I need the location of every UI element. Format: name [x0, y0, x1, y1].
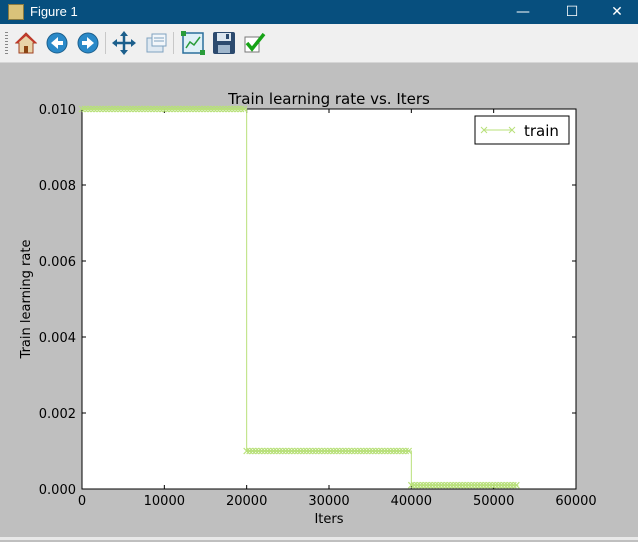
- navigation-toolbar: [0, 24, 638, 63]
- toolbar-separator: [105, 32, 106, 54]
- subplots-button[interactable]: [181, 31, 205, 55]
- toolbar-separator: [173, 32, 174, 54]
- x-tick-label: 60000: [555, 494, 596, 509]
- close-button[interactable]: ✕: [594, 0, 638, 24]
- axes-background: [81, 108, 577, 490]
- window-title: Figure 1: [30, 4, 78, 19]
- figure-canvas[interactable]: Train learning rate vs. Iters Iters Trai…: [0, 63, 638, 538]
- legend: train: [474, 115, 570, 145]
- y-tick-label: 0.002: [39, 407, 76, 422]
- save-icon: [213, 32, 235, 54]
- forward-icon: [77, 32, 99, 54]
- x-tick-label: 30000: [308, 494, 349, 509]
- toolbar-grip[interactable]: [5, 32, 8, 54]
- home-button[interactable]: [14, 31, 38, 55]
- subplots-icon: [181, 31, 205, 55]
- forward-button[interactable]: [76, 31, 100, 55]
- zoom-button[interactable]: [144, 31, 168, 55]
- y-tick-label: 0.006: [39, 255, 76, 270]
- zoom-icon: [146, 33, 167, 53]
- y-tick-label: 0.008: [39, 179, 76, 194]
- home-icon: [14, 32, 38, 54]
- check-button[interactable]: [243, 31, 267, 55]
- x-tick-label: 50000: [473, 494, 514, 509]
- pan-icon: [112, 31, 136, 55]
- x-axis-label: Iters: [314, 512, 343, 527]
- check-icon: [244, 32, 266, 53]
- back-icon: [46, 32, 68, 54]
- y-tick-label: 0.010: [39, 103, 76, 118]
- save-button[interactable]: [212, 31, 236, 55]
- maximize-button[interactable]: ☐: [549, 0, 595, 24]
- y-axis-label: Train learning rate: [19, 240, 34, 360]
- x-tick-label: 0: [78, 494, 86, 509]
- x-tick-label: 20000: [226, 494, 267, 509]
- y-tick-label: 0.004: [39, 331, 76, 346]
- x-tick-label: 40000: [391, 494, 432, 509]
- chart-title: Train learning rate vs. Iters: [227, 90, 430, 108]
- figure-app-icon: [8, 4, 24, 20]
- chart-svg: Train learning rate vs. Iters Iters Trai…: [19, 90, 597, 527]
- back-button[interactable]: [45, 31, 69, 55]
- legend-label-train: train: [524, 122, 559, 140]
- window-titlebar: Figure 1 — ☐ ✕: [0, 0, 638, 24]
- x-tick-label: 10000: [144, 494, 185, 509]
- pan-button[interactable]: [112, 31, 136, 55]
- y-tick-label: 0.000: [39, 483, 76, 498]
- minimize-button[interactable]: —: [500, 0, 546, 24]
